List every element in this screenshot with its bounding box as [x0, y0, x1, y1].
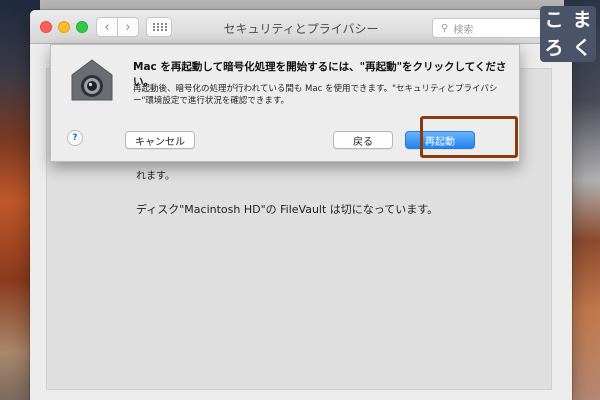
brand-char-4: く — [572, 36, 592, 59]
back-step-button[interactable]: 戻る — [333, 131, 393, 149]
help-button[interactable]: ? — [67, 130, 83, 146]
search-icon: ⚲ — [441, 22, 449, 34]
brand-char-2: ま — [572, 8, 592, 31]
search-input[interactable]: ⚲ 検索 — [432, 18, 542, 38]
brand-logo: こ ま ろ く — [540, 6, 596, 62]
filevault-status-text: ディスク"Macintosh HD"の FileVault は切になっています。 — [136, 203, 439, 216]
filevault-house-icon — [71, 59, 113, 101]
brand-char-3: ろ — [544, 36, 564, 59]
brand-char-1: こ — [544, 8, 564, 31]
restart-button-highlight — [420, 116, 518, 158]
sheet-message: 再起動後、暗号化の処理が行われている間も Mac を使用できます。"セキュリティ… — [133, 84, 498, 106]
cancel-button[interactable]: キャンセル — [125, 131, 195, 149]
panel-text-partial: れます。 — [136, 171, 175, 182]
search-placeholder: 検索 — [453, 24, 474, 36]
title-bar: ‹ › セキュリティとプライバシー ⚲ 検索 — [30, 10, 572, 44]
